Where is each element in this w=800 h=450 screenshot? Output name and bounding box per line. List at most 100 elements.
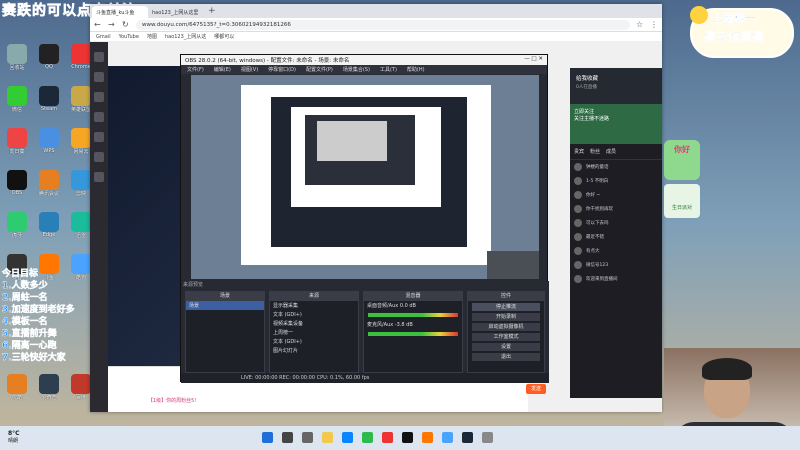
rail-icon[interactable] bbox=[94, 132, 104, 142]
send-danmu-button[interactable]: 发送 bbox=[526, 384, 546, 394]
douyu-icon[interactable] bbox=[422, 432, 433, 443]
start-icon[interactable] bbox=[262, 432, 273, 443]
fan-tag: 【1级】你的周粉丝5! bbox=[148, 398, 197, 404]
source-item[interactable]: 显示器采集 bbox=[270, 301, 358, 310]
source-item[interactable]: 文本 (GDI+) bbox=[270, 337, 358, 346]
chat-tab[interactable]: 成员 bbox=[606, 148, 616, 155]
studio-mode-button[interactable]: 工作室模式 bbox=[472, 333, 540, 341]
exit-button[interactable]: 退出 bbox=[472, 353, 540, 361]
chat-message: 欢迎来到直播间 bbox=[570, 272, 662, 286]
forward-icon[interactable]: → bbox=[108, 20, 116, 29]
desktop-icon[interactable]: 优酷 bbox=[2, 374, 32, 401]
desktop-icon[interactable]: 虎牙 bbox=[2, 212, 32, 239]
star-icon[interactable]: ☆ bbox=[636, 20, 644, 29]
source-item[interactable]: 视频采集设备 bbox=[270, 319, 358, 328]
wechat-icon[interactable] bbox=[362, 432, 373, 443]
menu-item[interactable]: 帮助(H) bbox=[407, 66, 425, 73]
chat-message: 钟楼的童话 bbox=[570, 160, 662, 174]
app-icon bbox=[71, 374, 91, 394]
chat-message: 有点大 bbox=[570, 244, 662, 258]
obs-title: OBS 28.0.2 (64-bit, windows) - 配置文件: 未命名… bbox=[185, 58, 350, 64]
window-controls-icon[interactable]: — □ ✕ bbox=[524, 56, 543, 64]
obs-preview[interactable] bbox=[191, 75, 539, 279]
rail-icon[interactable] bbox=[94, 112, 104, 122]
app-icon bbox=[71, 86, 91, 106]
app-icon bbox=[7, 86, 27, 106]
desktop-icon[interactable]: QQ bbox=[34, 44, 64, 70]
chat-tab[interactable]: 粉丝 bbox=[590, 148, 600, 155]
nested-window bbox=[241, 85, 491, 265]
sources-header: 来源 bbox=[270, 292, 358, 301]
weather-widget[interactable]: 8°C 晴朗 bbox=[8, 430, 20, 444]
start-recording-button[interactable]: 开始录制 bbox=[472, 313, 540, 321]
steam-icon[interactable] bbox=[462, 432, 473, 443]
source-item[interactable]: 上周榜一 bbox=[270, 328, 358, 337]
stop-streaming-button[interactable]: 停止推流 bbox=[472, 303, 540, 311]
chrome-icon[interactable] bbox=[382, 432, 393, 443]
obs-docks: 来源预览 场景 场景 来源 显示器采集 文本 (GDI+) 视频采集设备 上周榜… bbox=[181, 281, 549, 383]
menu-item[interactable]: 文件(F) bbox=[187, 66, 204, 73]
obs-icon[interactable] bbox=[402, 432, 413, 443]
banner-line2: 傻子你真傻 bbox=[704, 30, 765, 44]
scene-item[interactable]: 场景 bbox=[186, 301, 264, 310]
menu-item[interactable]: 配置文件(P) bbox=[306, 66, 333, 73]
qq-icon[interactable] bbox=[442, 432, 453, 443]
rail-icon[interactable] bbox=[94, 72, 104, 82]
edge-icon[interactable] bbox=[342, 432, 353, 443]
desktop-icon[interactable]: OBS bbox=[2, 170, 32, 196]
menu-icon[interactable]: ⋮ bbox=[650, 20, 658, 29]
avatar bbox=[574, 261, 582, 269]
app-icon bbox=[71, 212, 91, 232]
menu-item[interactable]: 编辑(E) bbox=[214, 66, 231, 73]
search-icon[interactable] bbox=[282, 432, 293, 443]
explorer-icon[interactable] bbox=[322, 432, 333, 443]
menu-item[interactable]: 工具(T) bbox=[380, 66, 397, 73]
source-item[interactable]: 图片幻灯片 bbox=[270, 346, 358, 355]
bookmark[interactable]: 地图 bbox=[147, 33, 157, 40]
chat-message: 可以下去吗 bbox=[570, 216, 662, 230]
back-icon[interactable]: ← bbox=[94, 20, 102, 29]
app-icon bbox=[7, 374, 27, 394]
browser-tab[interactable]: hao123_上网从这里 bbox=[148, 6, 204, 18]
avatar bbox=[574, 275, 582, 283]
bookmark[interactable]: Gmail bbox=[96, 34, 111, 40]
reload-icon[interactable]: ↻ bbox=[122, 20, 130, 29]
rail-icon[interactable] bbox=[94, 172, 104, 182]
weather-temp: 8°C bbox=[8, 430, 20, 437]
desktop-icon[interactable]: Steam bbox=[34, 86, 64, 112]
person-hair bbox=[702, 358, 752, 380]
new-tab-icon[interactable]: + bbox=[208, 6, 216, 16]
virtual-camera-button[interactable]: 启动虚拟摄像机 bbox=[472, 323, 540, 331]
app-icon[interactable] bbox=[482, 432, 493, 443]
source-item[interactable]: 文本 (GDI+) bbox=[270, 310, 358, 319]
app-icon bbox=[7, 44, 27, 64]
rail-icon[interactable] bbox=[94, 152, 104, 162]
sources-dock: 来源 显示器采集 文本 (GDI+) 视频采集设备 上周榜一 文本 (GDI+)… bbox=[269, 291, 359, 373]
desktop-icon[interactable]: 回收站 bbox=[2, 44, 32, 71]
desktop-icon[interactable]: 向日葵 bbox=[2, 128, 32, 155]
volume-meter[interactable] bbox=[368, 313, 458, 317]
browser-tab[interactable]: 斗鱼直播_ku斗鱼 bbox=[92, 6, 148, 18]
settings-button[interactable]: 设置 bbox=[472, 343, 540, 351]
mixer-header: 混音器 bbox=[364, 292, 462, 301]
chat-tab[interactable]: 贵宾 bbox=[574, 148, 584, 155]
desktop-icon[interactable]: WPS bbox=[34, 128, 64, 154]
rail-icon[interactable] bbox=[94, 52, 104, 62]
task-view-icon[interactable] bbox=[302, 432, 313, 443]
desktop-icon[interactable]: Edge bbox=[34, 212, 64, 238]
volume-meter[interactable] bbox=[368, 332, 458, 336]
desktop-icon[interactable]: 爱奇艺 bbox=[34, 374, 64, 401]
menu-item[interactable]: 场景集合(S) bbox=[343, 66, 370, 73]
bookmark[interactable]: 哪都可以 bbox=[214, 33, 234, 40]
follow-label: 立即关注 bbox=[574, 109, 595, 115]
url-input[interactable]: www.douyu.com/6475135?_t=0.3060219493218… bbox=[136, 19, 630, 30]
desktop-icon[interactable]: 腾讯会议 bbox=[34, 170, 64, 197]
desktop-icon[interactable]: 微信 bbox=[2, 86, 32, 113]
rail-icon[interactable] bbox=[94, 92, 104, 102]
bookmark[interactable]: YouTube bbox=[119, 34, 139, 40]
follow-card[interactable]: 立即关注 关注主播不迷路 bbox=[570, 104, 662, 144]
bookmark[interactable]: hao123_上网从这 bbox=[165, 33, 206, 40]
menu-item[interactable]: 视图(V) bbox=[241, 66, 258, 73]
menu-item[interactable]: 停靠窗口(D) bbox=[268, 66, 296, 73]
chat-message: 微信号123 bbox=[570, 258, 662, 272]
